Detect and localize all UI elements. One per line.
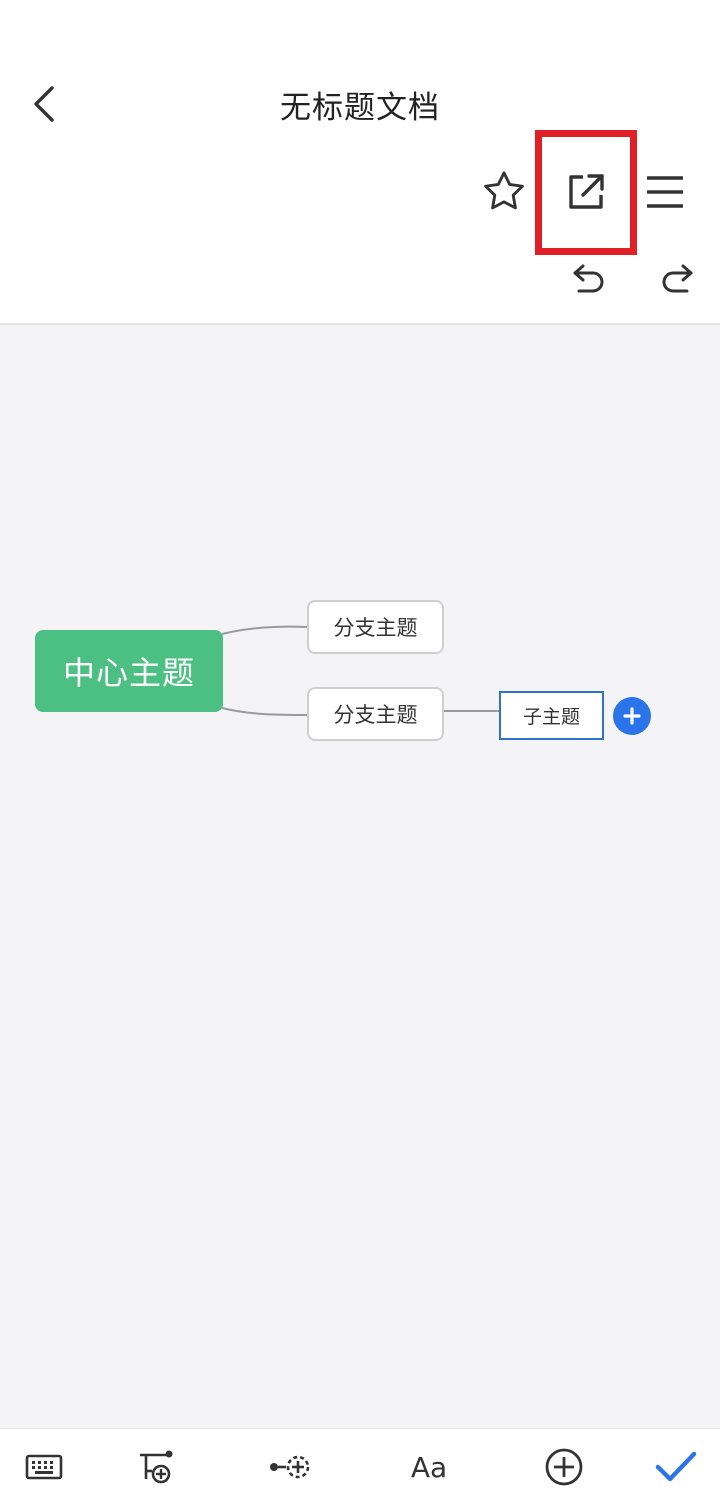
connector-center-branch-2 — [221, 707, 308, 716]
connector-center-branch-1 — [221, 625, 308, 635]
mindmap-canvas[interactable]: 中心主题 分支主题 分支主题 子主题 — [0, 325, 720, 1428]
redo-button[interactable] — [654, 258, 700, 300]
menu-button[interactable] — [640, 166, 690, 218]
keyboard-icon — [25, 1454, 63, 1480]
bottom-toolbar: Aa — [0, 1428, 720, 1501]
branch-topic-label: 分支主题 — [333, 703, 418, 727]
keyboard-button[interactable] — [20, 1443, 68, 1491]
mindmap-connectors — [221, 625, 499, 716]
add-sibling-topic-icon — [270, 1455, 310, 1479]
hamburger-menu-icon — [647, 176, 683, 208]
insert-icon — [545, 1448, 583, 1486]
top-bar: 无标题文档 — [0, 0, 720, 324]
insert-button[interactable] — [540, 1443, 588, 1491]
add-sibling-topic-button[interactable] — [266, 1443, 318, 1491]
branch-topic-label: 分支主题 — [333, 616, 418, 640]
add-child-topic-button[interactable] — [132, 1443, 180, 1491]
subtopic-label: 子主题 — [522, 706, 580, 728]
central-topic-node[interactable]: 中心主题 — [35, 630, 223, 712]
favorite-button[interactable] — [478, 166, 530, 218]
document-title: 无标题文档 — [280, 90, 440, 126]
share-button[interactable] — [558, 164, 614, 220]
add-topic-button[interactable] — [613, 697, 651, 735]
central-topic-label: 中心主题 — [62, 654, 195, 692]
star-icon — [484, 171, 524, 210]
done-button[interactable] — [650, 1443, 702, 1491]
branch-topic-node[interactable]: 分支主题 — [307, 600, 444, 654]
add-child-topic-icon — [140, 1450, 173, 1484]
redo-icon — [662, 264, 693, 293]
external-link-icon — [569, 174, 604, 209]
subtopic-node-selected[interactable]: 子主题 — [499, 691, 604, 740]
plus-icon — [623, 707, 641, 725]
undo-icon — [573, 264, 604, 293]
text-style-button[interactable]: Aa — [402, 1443, 456, 1491]
text-style-icon: Aa — [410, 1450, 448, 1484]
undo-button[interactable] — [566, 258, 612, 300]
branch-topic-node[interactable]: 分支主题 — [307, 687, 444, 741]
checkmark-icon — [655, 1451, 697, 1482]
